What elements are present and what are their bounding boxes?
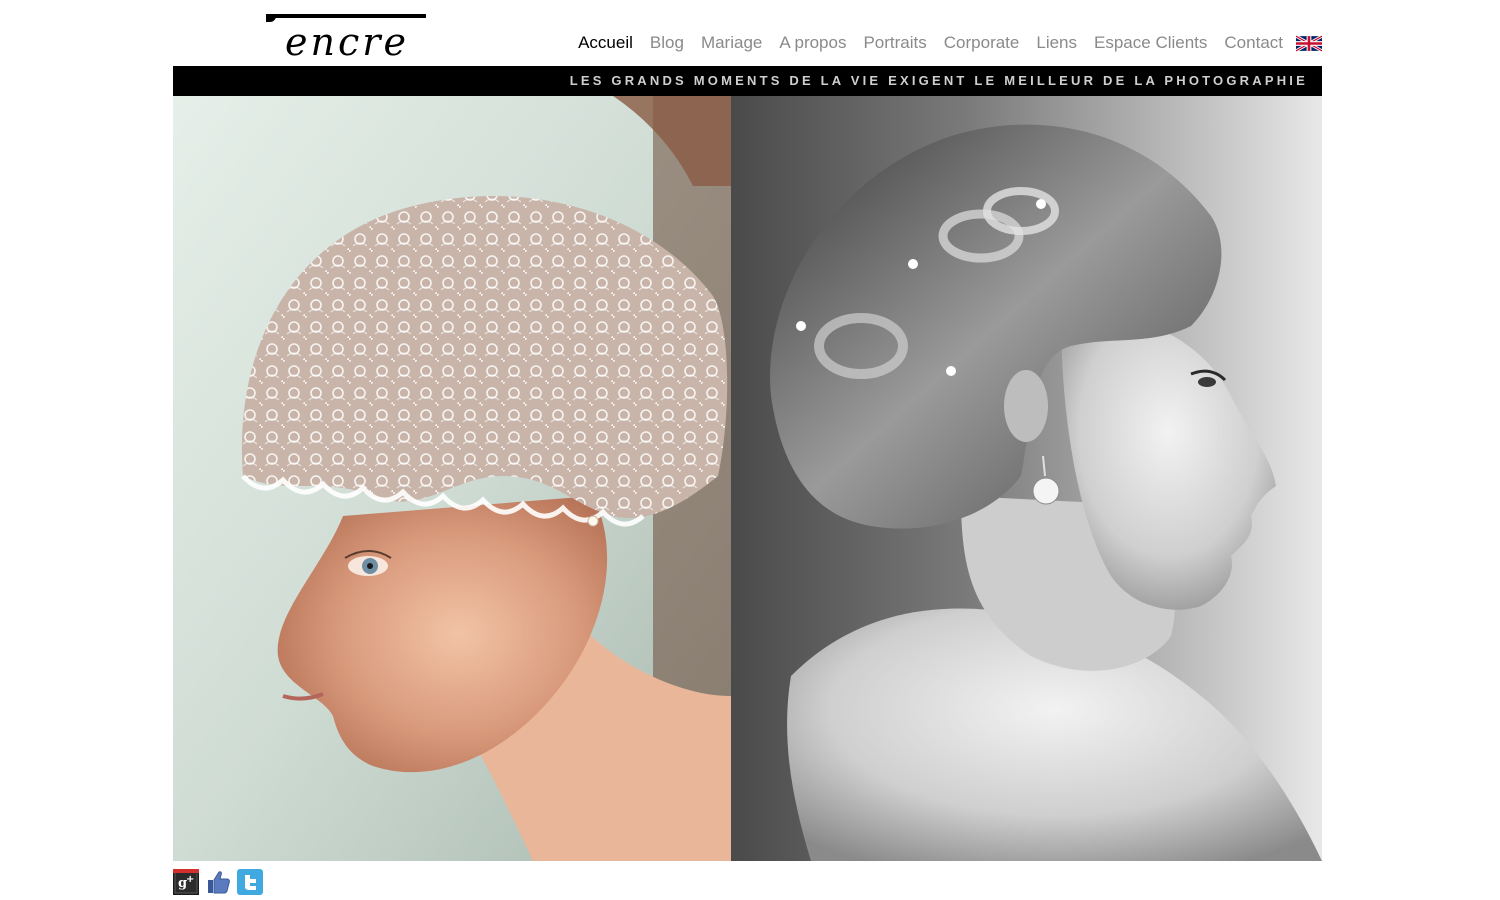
- facebook-like-icon[interactable]: [205, 869, 231, 895]
- google-plus-icon[interactable]: g +: [173, 869, 199, 895]
- social-links: g +: [173, 869, 263, 895]
- logo-word-top: encre: [285, 20, 409, 64]
- logo-top-rule: [266, 14, 426, 18]
- nav-item-mariage[interactable]: Mariage: [701, 33, 762, 53]
- nav-item-portraits[interactable]: Portraits: [863, 33, 926, 53]
- twitter-icon[interactable]: [237, 869, 263, 895]
- nav-item-espace-clients[interactable]: Espace Clients: [1094, 33, 1207, 53]
- nav-item-accueil[interactable]: Accueil: [578, 33, 633, 53]
- main-nav: Accueil Blog Mariage A propos Portraits …: [561, 33, 1322, 53]
- bride-profile-bw-photo: [731, 96, 1322, 861]
- tagline-bar: LES GRANDS MOMENTS DE LA VIE EXIGENT LE …: [173, 66, 1322, 96]
- page: encre noire Accueil Blog Mariage A propo…: [0, 0, 1500, 900]
- uk-flag-icon[interactable]: [1296, 34, 1322, 52]
- nav-item-liens[interactable]: Liens: [1036, 33, 1077, 53]
- tagline: LES GRANDS MOMENTS DE LA VIE EXIGENT LE …: [569, 73, 1308, 88]
- nav-item-contact[interactable]: Contact: [1224, 33, 1283, 53]
- nav-item-a-propos[interactable]: A propos: [779, 33, 846, 53]
- nav-item-corporate[interactable]: Corporate: [944, 33, 1020, 53]
- nav-item-blog[interactable]: Blog: [650, 33, 684, 53]
- svg-text:+: +: [186, 874, 194, 885]
- bride-lace-veil-photo: [173, 96, 731, 861]
- logo-tick: [266, 14, 276, 22]
